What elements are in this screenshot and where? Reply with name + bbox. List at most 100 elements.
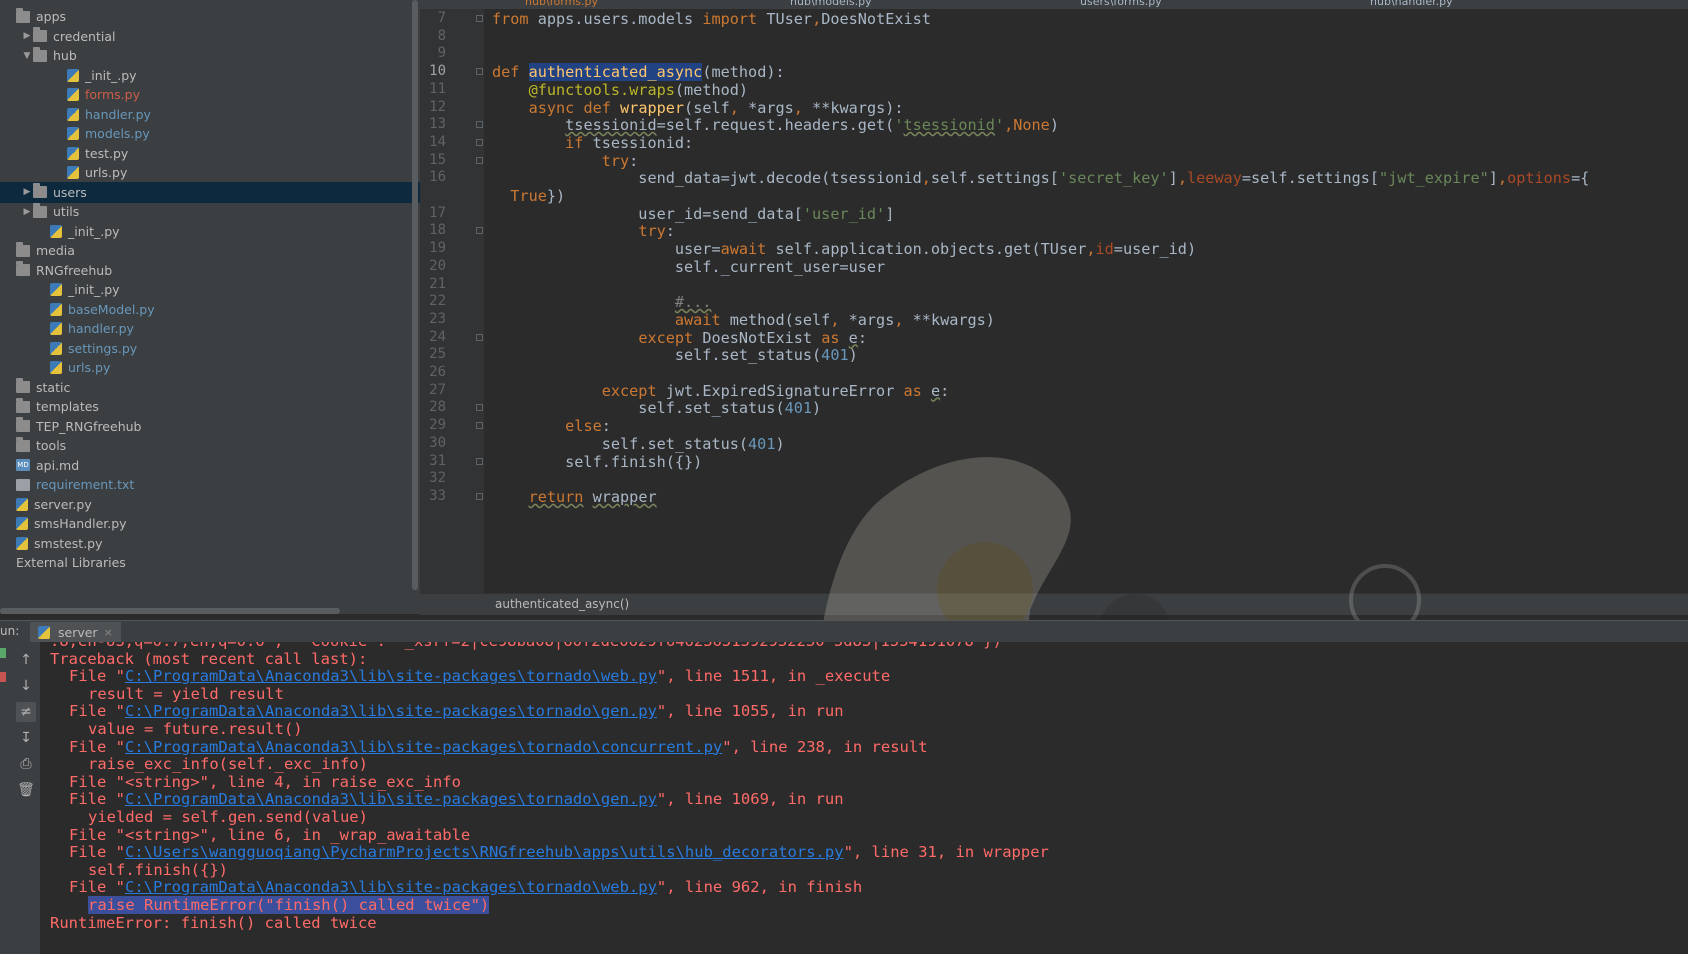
tree-item[interactable]: tools [0,435,418,456]
code-line[interactable]: from apps.users.models import TUser,Does… [492,10,931,28]
code-line[interactable]: send_data=jwt.decode(tsessionid,self.set… [492,169,1589,187]
code-line[interactable]: async def wrapper(self, *args, **kwargs)… [492,99,904,117]
tree-item-label: media [36,243,75,258]
code-line[interactable]: def authenticated_async(method): [492,63,785,82]
tree-item[interactable]: models.py [0,123,420,144]
tree-item[interactable]: TEP_RNGfreehub [0,416,418,437]
tree-item[interactable]: ▶ users [0,181,420,203]
tree-item-label: settings.py [68,340,138,356]
fold-marker-icon[interactable] [476,422,483,430]
tree-item[interactable]: External Libraries [0,552,418,573]
fold-marker-icon[interactable] [476,121,483,129]
tree-item[interactable]: settings.py [0,338,420,359]
tree-item[interactable]: smsHandler.py [0,513,418,534]
code-line[interactable]: else: [492,417,611,435]
expand-arrow-icon[interactable]: ▶ [21,207,33,217]
tree-item[interactable]: urls.py [0,162,420,183]
code-line[interactable]: self.set_status(401) [492,399,821,417]
line-number: 7 [437,10,446,26]
scroll-to-end-icon[interactable]: ↧ [16,728,36,748]
tree-item[interactable]: ▶ utils [0,201,420,222]
tree-item-label: api.md [36,457,80,473]
rerun-indicator[interactable] [0,648,6,658]
code-line[interactable]: try: [492,152,639,170]
editor-tab[interactable]: hub\models.py [790,0,872,9]
trash-icon[interactable]: 🗑 [16,780,36,800]
run-toolbar: ↑ ↓ ≠ ↧ ⎙ 🗑 [0,642,40,954]
tree-item[interactable]: ▼ hub [0,45,420,66]
tree-item[interactable]: MD api.md [0,455,418,476]
breadcrumb[interactable]: authenticated_async() [495,597,629,611]
tree-item[interactable]: media [0,240,418,261]
code-line[interactable]: user_id=send_data['user_id'] [492,205,894,223]
code-line[interactable]: user=await self.application.objects.get(… [492,240,1196,258]
code-line[interactable]: if tsessionid: [492,134,693,152]
tree-item[interactable]: handler.py [0,318,420,339]
tree-item[interactable]: baseModel.py [0,299,420,320]
code-line[interactable]: @functools.wraps(method) [492,81,748,99]
tree-item[interactable]: test.py [0,143,420,164]
tree-item[interactable]: smstest.py [0,533,418,554]
tree-item[interactable]: _init_.py [0,65,420,86]
console-line: File "<string>", line 6, in _wrap_awaita… [69,825,471,844]
code-line[interactable]: return wrapper [492,488,657,506]
fold-marker-icon[interactable] [476,227,483,235]
fold-marker-icon[interactable] [476,457,483,465]
tree-item[interactable]: static [0,377,418,398]
code-line[interactable]: except jwt.ExpiredSignatureError as e: [492,382,950,400]
stop-indicator[interactable] [0,672,6,682]
tree-item[interactable]: RNGfreehub [0,260,418,281]
console-line: self.finish({}) [88,860,228,879]
line-number: 18 [429,222,446,239]
expand-arrow-icon[interactable]: ▶ [21,187,33,197]
arrow-up-icon[interactable]: ↑ [16,650,36,670]
tree-item[interactable]: ▶ credential [0,26,420,47]
tree-item[interactable]: templates [0,396,418,417]
editor-tab[interactable]: hub\handler.py [1370,0,1453,9]
fold-marker-icon[interactable] [476,138,483,146]
code-line[interactable]: self.set_status(401) [492,435,785,453]
code-line[interactable]: self.set_status(401) [492,346,858,364]
close-icon[interactable]: × [104,626,113,639]
vertical-scrollbar[interactable] [412,0,418,590]
expand-arrow-icon[interactable]: ▼ [21,51,33,61]
tree-item-label: templates [36,399,99,414]
tree-item[interactable]: forms.py [0,84,420,105]
code-line[interactable]: await method(self, *args, **kwargs) [492,311,995,329]
code-line[interactable]: except DoesNotExist as e: [492,329,867,347]
fold-marker-icon[interactable] [476,15,483,22]
code-line[interactable]: #... [492,293,712,311]
soft-wrap-icon[interactable]: ≠ [16,702,36,722]
tree-item[interactable]: apps [0,6,418,27]
tree-item[interactable]: urls.py [0,357,420,378]
file-icon [67,127,79,140]
fold-marker-icon[interactable] [476,404,483,412]
tree-item[interactable]: _init_.py [0,279,420,300]
code-line[interactable]: try: [492,222,675,240]
tree-item[interactable]: server.py [0,494,418,515]
code-line[interactable]: self._current_user=user [492,258,885,276]
line-number: 25 [429,346,446,363]
code-line[interactable]: self.finish({}) [492,453,702,471]
code-line[interactable]: True}) [492,187,565,205]
horizontal-scrollbar[interactable] [0,608,340,614]
editor-tab[interactable]: hub\forms.py [525,0,598,9]
code-editor[interactable]: 7 8 9 10 11 12 13 14 15 16 17 18 19 20 21 22 23 24 25 26 27 2… [420,9,1688,593]
fold-marker-icon[interactable] [476,492,483,500]
run-tab-server[interactable]: server × [30,622,121,642]
tree-item[interactable]: _init_.py [0,221,420,242]
arrow-down-icon[interactable]: ↓ [16,676,36,696]
tree-item[interactable]: requirement.txt [0,474,418,495]
fold-marker-icon[interactable] [476,333,483,341]
print-icon[interactable]: ⎙ [16,754,36,774]
fold-marker-icon[interactable] [476,68,483,76]
tree-item-label: _init_.py [68,282,120,297]
fold-marker-icon[interactable] [476,156,483,164]
console-output[interactable]: .8,en-US;q=0.7,en;q=0.6", "Cookie": "_xs… [40,642,1688,954]
line-number: 16 [429,169,446,186]
editor-tab[interactable]: users\forms.py [1080,0,1162,9]
tree-item[interactable]: handler.py [0,104,420,125]
code-line[interactable]: tsessionid=self.request.headers.get('tse… [492,116,1059,134]
line-number: 31 [429,452,446,469]
expand-arrow-icon[interactable]: ▶ [21,31,33,41]
